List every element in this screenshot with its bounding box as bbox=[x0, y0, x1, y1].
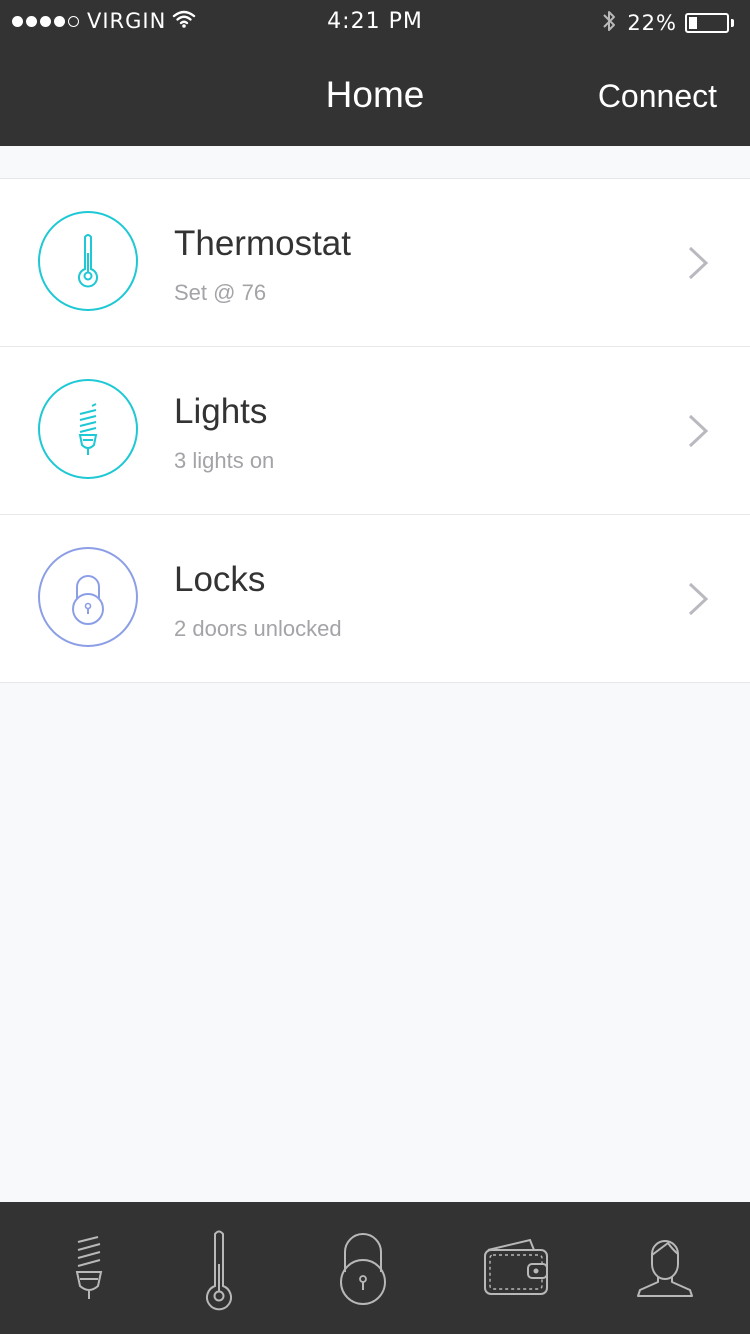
bluetooth-icon bbox=[601, 8, 617, 38]
battery-cap bbox=[731, 19, 734, 27]
lock-icon bbox=[38, 547, 138, 647]
bulb-icon bbox=[75, 1236, 103, 1299]
device-status: Set @ 76 bbox=[174, 280, 267, 305]
thermometer-icon bbox=[38, 211, 138, 311]
wallet-icon bbox=[484, 1238, 548, 1295]
tab-lights[interactable] bbox=[45, 1224, 135, 1314]
device-title: Locks bbox=[174, 560, 266, 599]
device-title: Thermostat bbox=[174, 224, 351, 263]
tab-profile[interactable] bbox=[620, 1224, 710, 1314]
chevron-right-icon bbox=[688, 582, 709, 616]
device-row-lights[interactable]: Lights 3 lights on bbox=[0, 347, 750, 515]
battery-fill bbox=[689, 17, 697, 29]
device-title: Lights bbox=[174, 392, 268, 431]
status-right: 22% bbox=[601, 8, 734, 38]
tab-locks[interactable] bbox=[319, 1224, 409, 1314]
connect-button[interactable]: Connect bbox=[598, 78, 717, 115]
thermometer-icon bbox=[206, 1230, 232, 1311]
device-status: 2 doors unlocked bbox=[174, 616, 342, 641]
device-list: Thermostat Set @ 76 Lights 3 lights on L… bbox=[0, 178, 750, 683]
tab-thermostat[interactable] bbox=[174, 1224, 264, 1314]
battery-icon bbox=[685, 13, 729, 33]
chevron-right-icon bbox=[688, 414, 709, 448]
device-status: 3 lights on bbox=[174, 448, 275, 473]
tab-wallet[interactable] bbox=[470, 1224, 560, 1314]
device-row-locks[interactable]: Locks 2 doors unlocked bbox=[0, 515, 750, 683]
user-icon bbox=[637, 1240, 693, 1297]
status-bar: VIRGIN 4:21 PM 22% bbox=[0, 0, 750, 46]
battery-percent: 22% bbox=[627, 11, 677, 35]
device-row-thermostat[interactable]: Thermostat Set @ 76 bbox=[0, 179, 750, 347]
lock-icon bbox=[340, 1233, 386, 1305]
chevron-right-icon bbox=[688, 246, 709, 280]
navigation-bar: Home Connect bbox=[0, 46, 750, 146]
bulb-icon bbox=[38, 379, 138, 479]
tab-bar bbox=[0, 1202, 750, 1334]
